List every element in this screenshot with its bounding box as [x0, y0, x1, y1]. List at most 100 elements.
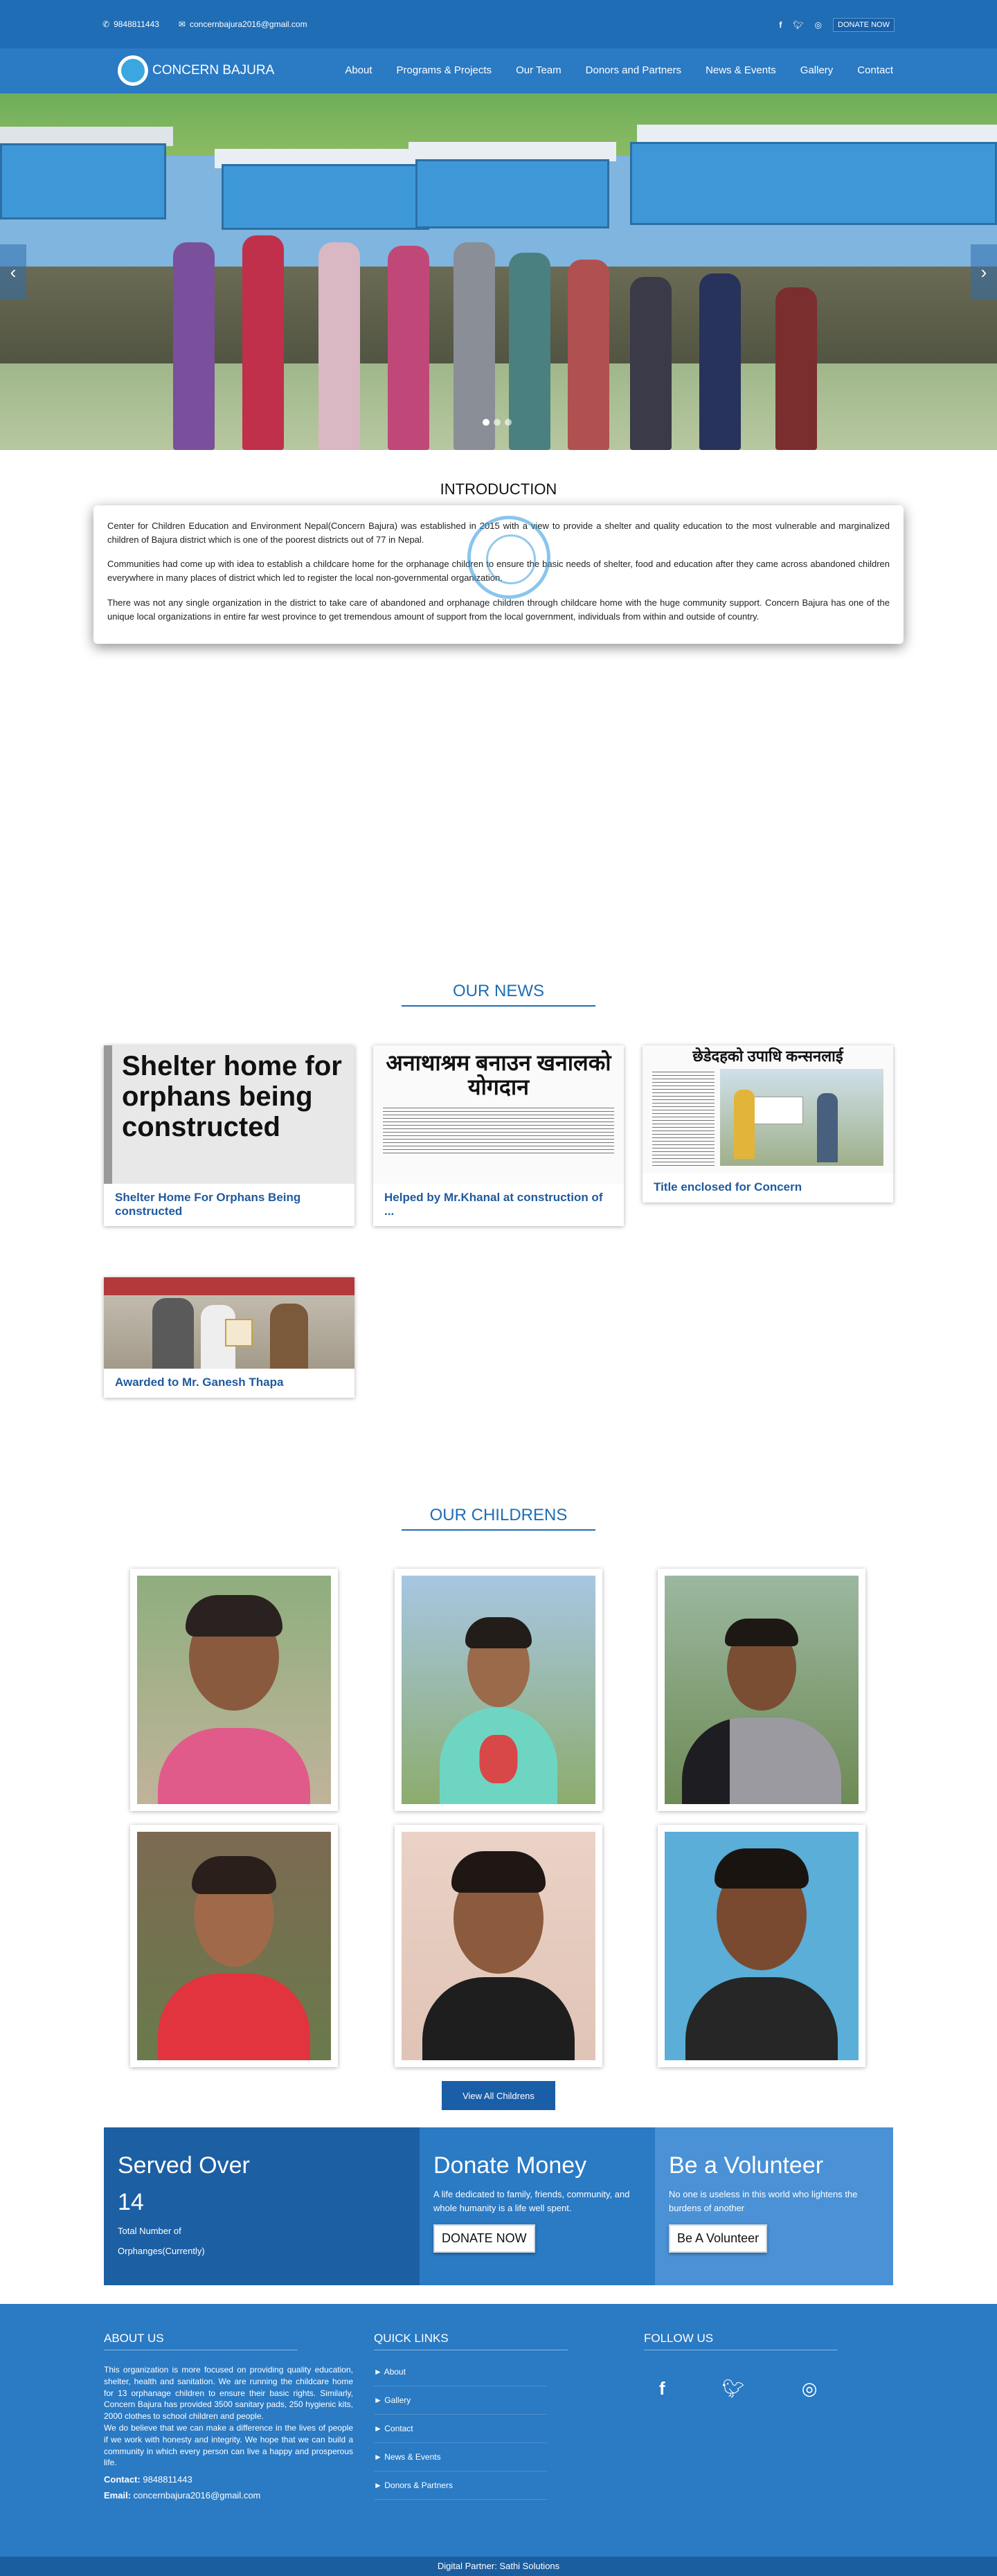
footer-link-news[interactable]: ► News & Events [374, 2452, 547, 2471]
carousel-dot[interactable] [494, 419, 501, 426]
news-image: अनाथाश्रम बनाउन खनालको योगदान [373, 1045, 624, 1184]
email-contact: ✉ concernbajura2016@gmail.com [179, 19, 307, 29]
carousel-next-button[interactable]: › [971, 244, 997, 300]
news-title[interactable]: Helped by Mr.Khanal at construction of .… [373, 1184, 624, 1226]
nav-item-news[interactable]: News & Events [706, 64, 776, 76]
orphanage-count: 14 [118, 2189, 144, 2215]
child-photo [402, 1576, 595, 1804]
footer-email-address[interactable]: concernbajura2016@gmail.com [134, 2490, 261, 2501]
footer-about-title: ABOUT US [104, 2332, 164, 2345]
nav-item-contact[interactable]: Contact [857, 64, 893, 76]
child-photo [665, 1576, 859, 1804]
news-card[interactable]: Awarded to Mr. Ganesh Thapa [104, 1277, 354, 1398]
children-section-title: OUR CHILDRENS [0, 1506, 997, 1531]
intro-paragraph: Communities had come up with idea to est… [107, 559, 890, 584]
volunteer-text: No one is useless in this world who ligh… [669, 2189, 858, 2213]
caret-right-icon: ► [374, 2452, 382, 2462]
news-card[interactable]: Shelter home for orphans being construct… [104, 1045, 354, 1227]
news-title[interactable]: Title enclosed for Concern [643, 1173, 893, 1203]
facebook-icon[interactable]: f [659, 2378, 665, 2399]
carousel-dot[interactable] [505, 419, 512, 426]
footer-link-gallery[interactable]: ► Gallery [374, 2395, 547, 2415]
caret-right-icon: ► [374, 2395, 382, 2405]
facebook-icon[interactable]: f [779, 20, 782, 30]
news-headline-image-text: छेडेदहको उपाधि कन्सनलाई [692, 1047, 843, 1065]
twitter-icon[interactable]: 🐦︎ [722, 2378, 745, 2399]
footer-about-text: This organization is more focused on pro… [104, 2365, 353, 2422]
instagram-icon[interactable]: ◎ [815, 20, 822, 30]
main-navbar: CONCERN BAJURA About Programs & Projects… [0, 48, 997, 93]
be-a-volunteer-button[interactable]: Be A Volunteer [669, 2224, 768, 2253]
site-footer: ABOUT US This organization is more focus… [0, 2304, 997, 2557]
donate-money-panel: Donate Money A life dedicated to family,… [420, 2127, 655, 2285]
carousel-prev-button[interactable]: ‹ [0, 244, 26, 300]
child-photo-card[interactable] [395, 1825, 602, 2067]
footer-links-title: QUICK LINKS [374, 2332, 449, 2345]
twitter-icon[interactable]: 🐦︎ [793, 20, 803, 30]
carousel-dot[interactable] [483, 419, 489, 426]
news-headline-image-text: अनाथाश्रम बनाउन खनालको योगदान [386, 1050, 611, 1100]
child-photo [665, 1832, 859, 2060]
intro-paragraph: Center for Children Education and Enviro… [107, 521, 890, 546]
intro-paragraph: There was not any single organization in… [107, 597, 890, 622]
hero-children-group [0, 93, 997, 450]
top-bar: ✆ 9848811443 ✉ concernbajura2016@gmail.com… [0, 0, 997, 48]
news-image [104, 1277, 354, 1369]
footer-follow: FOLLOW US f 🐦︎ ◎ [644, 2332, 852, 2399]
footer-link-contact[interactable]: ► Contact [374, 2424, 547, 2443]
nav-menu: About Programs & Projects Our Team Donor… [345, 64, 893, 76]
donate-now-panel-button[interactable]: DONATE NOW [433, 2224, 535, 2253]
introduction-heading: INTRODUCTION [440, 480, 557, 498]
news-title[interactable]: Shelter Home For Orphans Being construct… [104, 1184, 354, 1226]
introduction-box: Center for Children Education and Enviro… [93, 505, 904, 644]
volunteer-title: Be a Volunteer [669, 2152, 824, 2179]
footer-about-text: We do believe that we can make a differe… [104, 2422, 353, 2468]
brand-logo[interactable]: CONCERN BAJURA [118, 55, 274, 86]
hero-carousel: ‹ › [0, 93, 997, 450]
caret-right-icon: ► [374, 2424, 382, 2433]
phone-contact: ✆ 9848811443 [102, 19, 159, 29]
footer-link-donors[interactable]: ► Donors & Partners [374, 2480, 547, 2500]
donate-money-text: A life dedicated to family, friends, com… [433, 2189, 630, 2213]
phone-icon: ✆ [102, 19, 110, 29]
footer-credit: Digital Partner: Sathi Solutions [0, 2557, 997, 2576]
nav-item-programs[interactable]: Programs & Projects [397, 64, 492, 76]
instagram-icon[interactable]: ◎ [802, 2378, 818, 2399]
footer-about: ABOUT US This organization is more focus… [104, 2332, 353, 2501]
orphanage-count-label: Total Number of Orphanges(Currently) [118, 2226, 205, 2256]
child-photo [402, 1832, 595, 2060]
child-photo-card[interactable] [130, 1825, 338, 2067]
news-card[interactable]: अनाथाश्रम बनाउन खनालको योगदान Helped by … [373, 1045, 624, 1227]
footer-phone: 9848811443 [143, 2474, 192, 2485]
footer-quick-links: QUICK LINKS ► About ► Gallery ► Contact … [374, 2332, 582, 2509]
news-image: छेडेदहको उपाधि कन्सनलाई [643, 1045, 893, 1173]
news-section-title: OUR NEWS [0, 982, 997, 1007]
logo-icon [118, 55, 148, 86]
nav-item-team[interactable]: Our Team [516, 64, 562, 76]
carousel-indicators [483, 419, 512, 426]
child-photo-card[interactable] [130, 1569, 338, 1811]
served-over-title: Served Over [118, 2152, 250, 2179]
footer-email: Email: concernbajura2016@gmail.com [104, 2490, 261, 2501]
donate-money-title: Donate Money [433, 2152, 587, 2179]
nav-item-gallery[interactable]: Gallery [800, 64, 834, 76]
child-photo [137, 1832, 331, 2060]
email-address[interactable]: concernbajura2016@gmail.com [190, 19, 307, 29]
child-photo-card[interactable] [658, 1569, 865, 1811]
nav-item-about[interactable]: About [345, 64, 372, 76]
caret-right-icon: ► [374, 2480, 382, 2490]
news-title[interactable]: Awarded to Mr. Ganesh Thapa [104, 1369, 354, 1398]
phone-number: 9848811443 [114, 19, 159, 29]
footer-link-about[interactable]: ► About [374, 2367, 547, 2386]
news-image: Shelter home for orphans being construct… [104, 1045, 354, 1184]
footer-follow-title: FOLLOW US [644, 2332, 714, 2345]
child-photo-card[interactable] [395, 1569, 602, 1811]
envelope-icon: ✉ [178, 19, 186, 29]
nav-item-donors[interactable]: Donors and Partners [586, 64, 681, 76]
child-photo-card[interactable] [658, 1825, 865, 2067]
served-over-panel: Served Over 14 Total Number of Orphanges… [104, 2127, 420, 2285]
footer-contact: Contact: 9848811443 [104, 2474, 192, 2485]
donate-now-button[interactable]: DONATE NOW [833, 18, 895, 32]
news-card[interactable]: छेडेदहको उपाधि कन्सनलाई Title enclosed f… [643, 1045, 893, 1203]
view-all-childrens-button[interactable]: View All Childrens [442, 2081, 555, 2110]
